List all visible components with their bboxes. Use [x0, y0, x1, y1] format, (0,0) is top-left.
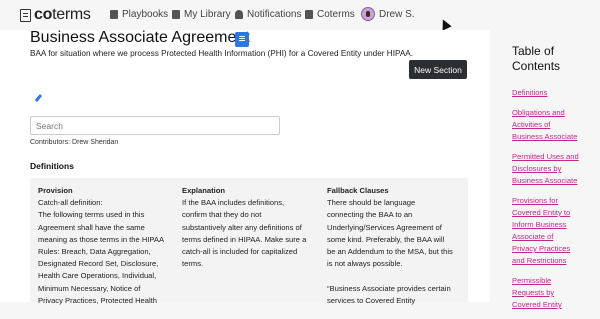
cell-line: Designated Record Set, Disclosure,	[38, 259, 159, 269]
document-icon[interactable]	[235, 32, 249, 47]
toc-link-line: Requests by	[512, 288, 555, 297]
toc-title-line: Contents	[512, 59, 561, 73]
nav-notifications[interactable]: Notifications	[235, 9, 301, 20]
cell-line: The following terms used in this	[38, 210, 145, 220]
column-header: Explanation	[182, 186, 226, 195]
logo-icon	[20, 8, 31, 22]
toc-link-line: Activities of	[512, 120, 551, 129]
table-of-contents: Table of Contents Definitions Obligation…	[512, 44, 592, 319]
search-input[interactable]	[30, 116, 280, 135]
toc-link-line: Covered Entity to	[512, 208, 571, 217]
coterms-logo[interactable]: coterms	[20, 6, 91, 24]
top-navigation-bar: coterms Playbooks My Library Notificatio…	[0, 0, 600, 30]
column-header: Fallback Clauses	[327, 186, 389, 195]
cell-line: Rules: Breach, Data Aggregation,	[38, 247, 151, 257]
nav-label: Playbooks	[122, 9, 169, 20]
toc-link-line: and Restrictions	[512, 256, 567, 265]
cell-line: services to Covered Entity	[327, 295, 416, 305]
toc-link-line: Permissible	[512, 276, 552, 285]
user-name: Drew S.	[379, 8, 415, 20]
cell-line: Privacy Practices, Protected Health	[38, 295, 158, 305]
cell-line: Health Care Operations, Individual,	[38, 271, 157, 281]
nav-my-library[interactable]: My Library	[172, 9, 231, 20]
logo-text-light: terms	[52, 6, 91, 23]
toc-link-line: Inform Business	[512, 220, 567, 229]
cell-line: some kind. Preferably, the BAA will	[327, 234, 445, 244]
cell-line: There should be language	[327, 198, 416, 208]
toc-link-line: Provisions for	[512, 196, 559, 205]
section-heading-definitions: Definitions	[30, 161, 74, 171]
cell-line	[327, 270, 467, 282]
toc-title: Table of Contents	[512, 44, 592, 74]
list-icon	[172, 10, 180, 19]
cell-line: is not always possible.	[327, 259, 403, 269]
toc-title-line: Table of	[512, 44, 555, 58]
cell-line: terms defined in HIPAA. Make sure a	[182, 234, 307, 244]
explanation-column: Explanation If the BAA includes definiti…	[182, 185, 322, 270]
toc-link-permitted-uses[interactable]: Permitted Uses and Disclosures by Busine…	[512, 151, 592, 187]
cell-line: Underlying/Services Agreement of	[327, 222, 442, 232]
provision-column: Provision Catch-all definition: The foll…	[38, 185, 178, 307]
page-subtitle: BAA for situation where we process Prote…	[30, 49, 414, 58]
toc-link-line: Obligations and	[512, 108, 565, 117]
column-header: Provision	[38, 186, 73, 195]
nav-label: Coterms	[317, 9, 355, 20]
nav-playbooks[interactable]: Playbooks	[110, 9, 168, 20]
toc-link-line: Privacy Practices	[512, 244, 571, 253]
toc-link-obligations[interactable]: Obligations and Activities of Business A…	[512, 107, 592, 143]
book-icon	[110, 10, 118, 19]
building-icon	[305, 10, 313, 19]
bell-icon	[235, 10, 243, 19]
toc-link-line: Business Associate	[512, 176, 578, 185]
cell-line: Catch-all definition:	[38, 198, 103, 208]
contributors-text: Contributors: Drew Sheridan	[30, 139, 119, 146]
toc-link-line: Definitions	[512, 88, 548, 97]
cell-line: If the BAA includes definitions,	[182, 198, 285, 208]
cell-line: “Business Associate provides certain	[327, 283, 451, 293]
nav-label: My Library	[184, 9, 231, 20]
cell-line: Agreement shall have the same	[38, 222, 145, 232]
toc-link-provisions-covered-entity[interactable]: Provisions for Covered Entity to Inform …	[512, 195, 592, 267]
provisions-table: Provision Catch-all definition: The foll…	[30, 178, 468, 305]
cell-line: Minimum Necessary, Notice of	[38, 283, 141, 293]
cell-line: connecting the BAA to an	[327, 210, 413, 220]
fallback-clauses-column: Fallback Clauses There should be languag…	[327, 185, 467, 307]
toc-link-line: Disclosures by	[512, 164, 562, 173]
cell-line: be an Addendum to the MSA, but this	[327, 247, 453, 257]
user-menu[interactable]: Drew S.	[361, 7, 415, 21]
nav-coterms[interactable]: Coterms	[305, 9, 355, 20]
cell-line: meaning as those terms in the HIPAA	[38, 234, 165, 244]
new-section-button[interactable]: New Section	[409, 60, 467, 79]
toc-link-line: Covered Entity	[512, 300, 562, 309]
cell-line: terms.	[182, 259, 204, 269]
logo-text-bold: co	[34, 6, 53, 23]
toc-link-line: Business Associate	[512, 132, 578, 141]
toc-link-permissible-requests[interactable]: Permissible Requests by Covered Entity	[512, 275, 592, 311]
toc-link-line: Permitted Uses and	[512, 152, 579, 161]
page-title: Business Associate Agreement	[30, 29, 250, 46]
cell-line: substantively alter any definitions of	[182, 222, 302, 232]
toc-link-definitions[interactable]: Definitions	[512, 87, 592, 99]
toc-link-line: Associate of	[512, 232, 554, 241]
cell-line: catch-all is included for capitalized	[182, 247, 298, 257]
cell-line: confirm that they do not	[182, 210, 262, 220]
avatar	[361, 7, 375, 21]
nav-label: Notifications	[247, 9, 302, 20]
